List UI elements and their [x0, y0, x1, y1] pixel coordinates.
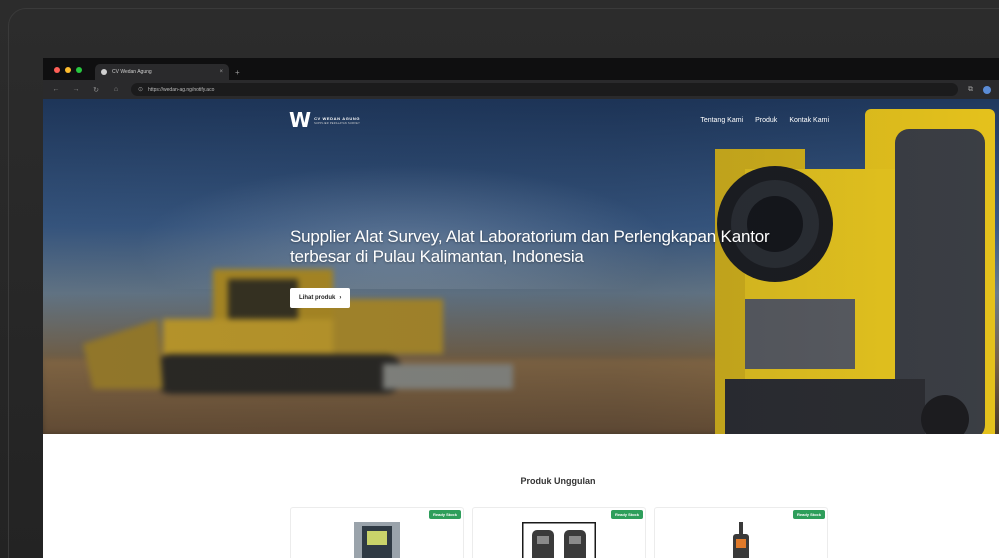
- menu-item-kontak-kami[interactable]: Kontak Kami: [789, 117, 829, 124]
- main-menu: Tentang Kami Produk Kontak Kami: [700, 117, 829, 124]
- view-products-button[interactable]: Lihat produk ›: [290, 288, 351, 308]
- gps-device-icon: [354, 522, 400, 558]
- logo-name: CV WEDAN AGUNG: [314, 115, 361, 121]
- lock-icon: ⊙: [138, 87, 144, 93]
- handheld-gps-icon: [733, 522, 749, 558]
- view-products-label: Lihat produk: [299, 295, 336, 301]
- featured-products-section: Produk Unggulan Ready Stock Ready Stock: [43, 434, 999, 558]
- close-window-button[interactable]: [54, 67, 60, 73]
- product-card-list: Ready Stock Ready Stock Ready Stock: [290, 507, 828, 558]
- window-controls: [43, 67, 93, 80]
- menu-item-tentang-kami[interactable]: Tentang Kami: [700, 117, 743, 124]
- tab-favicon-icon: [101, 69, 107, 75]
- hero-section: W CV WEDAN AGUNG SUPPLIER PERALATAN SURV…: [43, 99, 999, 434]
- product-card[interactable]: Ready Stock: [290, 507, 464, 558]
- laptop-frame: CV Wedan Agung × + ← → ↻ ⌂ ⊙ https://wed…: [0, 0, 999, 558]
- reload-icon[interactable]: ↻: [91, 86, 101, 94]
- product-card[interactable]: Ready Stock: [654, 507, 828, 558]
- ready-stock-badge: Ready Stock: [428, 510, 461, 519]
- new-tab-icon[interactable]: +: [235, 68, 240, 80]
- tab-title: CV Wedan Agung: [112, 69, 152, 75]
- logo-text: CV WEDAN AGUNG SUPPLIER PERALATAN SURVEY: [314, 116, 360, 125]
- site-navbar: W CV WEDAN AGUNG SUPPLIER PERALATAN SURV…: [289, 108, 829, 132]
- browser-tab-bar: CV Wedan Agung × +: [43, 58, 999, 80]
- browser-tab-active[interactable]: CV Wedan Agung ×: [95, 64, 229, 80]
- back-icon[interactable]: ←: [51, 86, 61, 93]
- minimize-window-button[interactable]: [65, 67, 71, 73]
- menu-item-produk[interactable]: Produk: [755, 117, 777, 124]
- forward-icon[interactable]: →: [71, 86, 81, 93]
- extensions-icon[interactable]: ⧉: [968, 86, 973, 94]
- logo-subtitle: SUPPLIER PERALATAN SURVEY: [314, 121, 361, 125]
- site-logo[interactable]: W CV WEDAN AGUNG SUPPLIER PERALATAN SURV…: [289, 108, 360, 132]
- ready-stock-badge: Ready Stock: [792, 510, 825, 519]
- hero-title: Supplier Alat Survey, Alat Laboratorium …: [290, 227, 770, 266]
- maximize-window-button[interactable]: [76, 67, 82, 73]
- section-title: Produk Unggulan: [520, 476, 596, 486]
- chevron-right-icon: ›: [339, 295, 342, 301]
- browser-toolbar: ← → ↻ ⌂ ⊙ https://wedan-ag.ng/notify.aco…: [43, 80, 999, 99]
- profile-icon[interactable]: [983, 85, 991, 94]
- product-card[interactable]: Ready Stock: [472, 507, 646, 558]
- radio-pair-icon: [522, 522, 596, 558]
- browser-window: CV Wedan Agung × + ← → ↻ ⌂ ⊙ https://wed…: [43, 58, 999, 558]
- address-bar[interactable]: ⊙ https://wedan-ag.ng/notify.aco: [131, 83, 958, 96]
- ready-stock-badge: Ready Stock: [610, 510, 643, 519]
- url-text: https://wedan-ag.ng/notify.aco: [148, 86, 215, 93]
- home-icon[interactable]: ⌂: [111, 86, 121, 93]
- tab-close-icon[interactable]: ×: [219, 69, 223, 75]
- logo-mark: W: [289, 108, 311, 132]
